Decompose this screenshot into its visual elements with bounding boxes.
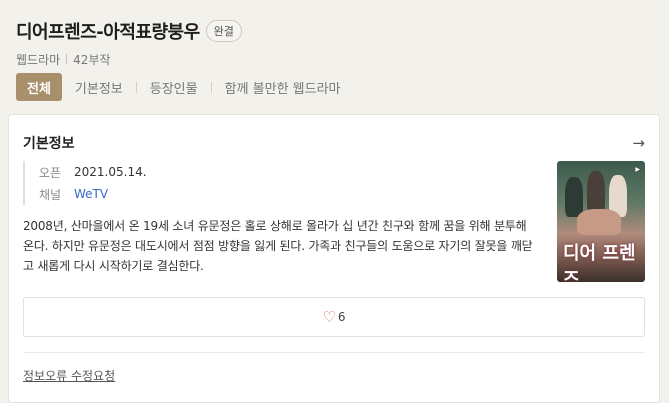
- tab-related-dramas[interactable]: 함께 볼만한 웹드라마: [212, 73, 354, 101]
- poster-figure: [565, 177, 583, 217]
- header: 디어프렌즈-아적표량붕우 완결 웹드라마 42부작 전체 기본정보 등장인물 함…: [16, 16, 653, 101]
- genre-label: 웹드라마: [16, 52, 61, 67]
- episode-count: 42부작: [73, 52, 111, 67]
- page-title: 디어프렌즈-아적표량붕우: [16, 22, 200, 43]
- channel-link[interactable]: WeTV: [74, 187, 108, 201]
- report-error-link[interactable]: 정보오류 수정요청: [23, 367, 115, 384]
- open-label: 오픈: [39, 165, 62, 180]
- tab-bar: 전체 기본정보 등장인물 함께 볼만한 웹드라마: [16, 73, 653, 101]
- poster-title: 디어 프렌즈: [563, 243, 636, 282]
- tab-characters[interactable]: 등장인물: [137, 73, 211, 101]
- title-row: 디어프렌즈-아적표량붕우 완결: [16, 16, 653, 46]
- info-list: 오픈 2021.05.14. 채널 WeTV: [23, 161, 147, 205]
- like-button[interactable]: ♡ 6: [23, 297, 645, 337]
- card-title: 기본정보: [23, 136, 75, 152]
- like-count: 6: [337, 310, 346, 324]
- status-badge: 완결: [205, 20, 242, 42]
- poster-image[interactable]: ▶ 디어 프렌즈: [557, 161, 645, 282]
- meta-divider: [66, 54, 68, 64]
- open-date: 2021.05.14.: [74, 165, 147, 179]
- divider: [23, 352, 645, 353]
- wetv-logo-icon: ▶: [635, 166, 640, 173]
- tab-basic-info[interactable]: 기본정보: [62, 73, 136, 101]
- meta-info: 웹드라마 42부작: [16, 50, 653, 68]
- card-header: 기본정보 →: [23, 133, 645, 153]
- poster-figure: [577, 209, 621, 235]
- arrow-right-icon[interactable]: →: [632, 134, 645, 152]
- basic-info-card: 기본정보 → 오픈 2021.05.14. 채널 WeTV 2008년, 산마을…: [8, 114, 660, 403]
- info-row-open: 오픈 2021.05.14.: [39, 161, 147, 183]
- tab-all[interactable]: 전체: [16, 73, 62, 101]
- synopsis: 2008년, 산마을에서 온 19세 소녀 유문정은 홀로 상해로 올라가 십 …: [23, 219, 533, 273]
- info-row-channel: 채널 WeTV: [39, 183, 147, 205]
- channel-label: 채널: [39, 187, 62, 202]
- heart-icon: ♡: [322, 308, 336, 326]
